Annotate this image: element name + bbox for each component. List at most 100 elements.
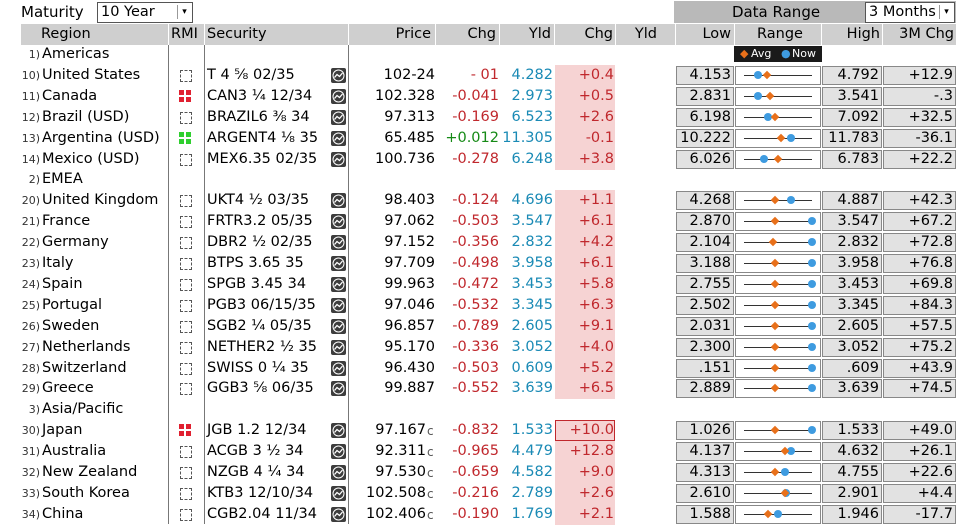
rmi-empty-icon[interactable] [180, 488, 192, 500]
chart-icon[interactable] [331, 131, 346, 146]
chart-icon[interactable] [331, 256, 346, 271]
chart-icon[interactable] [331, 423, 346, 438]
table-row[interactable]: 25) Portugal PGB3 06/15/35 97.046 -0.532 3.34… [0, 295, 973, 316]
rmi-empty-icon[interactable] [180, 70, 192, 82]
rmi-empty-icon[interactable] [180, 279, 192, 291]
table-row[interactable]: 27) Netherlands NETHER2 ½ 35 95.170 -0.336 3.… [0, 337, 973, 358]
region-name[interactable]: Greece [42, 378, 94, 399]
col-header-high[interactable]: High [822, 24, 883, 45]
region-name[interactable]: Switzerland [42, 358, 127, 379]
security-name[interactable]: SPGB 3.45 34 [207, 274, 306, 295]
security-name[interactable]: SWISS 0 ¼ 35 [207, 358, 309, 379]
region-name[interactable]: New Zealand [42, 462, 137, 483]
rmi-red-grid-icon[interactable] [179, 424, 191, 436]
region-name[interactable]: Japan [42, 420, 82, 441]
rmi-empty-icon[interactable] [180, 258, 192, 270]
rmi-empty-icon[interactable] [180, 509, 192, 521]
rmi-empty-icon[interactable] [180, 383, 192, 395]
region-name[interactable]: Sweden [42, 316, 99, 337]
rmi-empty-icon[interactable] [180, 321, 192, 333]
table-row[interactable]: 11) Canada CAN3 ¼ 12/34 102.328 -0.041 2.973 +… [0, 86, 973, 107]
region-name[interactable]: South Korea [42, 483, 130, 504]
security-name[interactable]: BTPS 3.65 35 [207, 253, 304, 274]
col-header-yld[interactable]: Yld [500, 24, 555, 45]
region-name[interactable]: Canada [42, 86, 97, 107]
maturity-dropdown[interactable]: 10 Year ▾ [97, 2, 193, 23]
region-name[interactable]: Brazil (USD) [42, 107, 129, 128]
table-row[interactable]: 23) Italy BTPS 3.65 35 97.709 -0.498 3.958 +6.… [0, 253, 973, 274]
col-header-rmi[interactable]: RMI [169, 24, 205, 45]
chart-icon[interactable] [331, 319, 346, 334]
rmi-empty-icon[interactable] [180, 300, 192, 312]
security-name[interactable]: SGB2 ¼ 05/35 [207, 316, 312, 337]
rmi-green-grid-icon[interactable] [179, 132, 191, 144]
table-row[interactable]: 28) Switzerland SWISS 0 ¼ 35 96.430 -0.503 0.… [0, 358, 973, 379]
region-name[interactable]: Argentina (USD) [42, 128, 160, 149]
region-name[interactable]: Italy [42, 253, 73, 274]
security-name[interactable]: T 4 ⅝ 02/35 [207, 65, 295, 86]
table-row[interactable]: 12) Brazil (USD) BRAZIL6 ⅜ 34 97.313 -0.169 6… [0, 107, 973, 128]
table-row[interactable]: 14) Mexico (USD) MEX6.35 02/35 100.736 -0.27… [0, 149, 973, 170]
chart-icon[interactable] [331, 298, 346, 313]
table-row[interactable]: 30) Japan JGB 1.2 12/34 97.167 c -0.832 1.533 +… [0, 420, 973, 441]
region-name[interactable]: Portugal [42, 295, 102, 316]
region-name[interactable]: Netherlands [42, 337, 130, 358]
region-name[interactable]: United States [42, 65, 140, 86]
chart-icon[interactable] [331, 152, 346, 167]
security-name[interactable]: CAN3 ¼ 12/34 [207, 86, 312, 107]
chart-icon[interactable] [331, 89, 346, 104]
security-name[interactable]: UKT4 ½ 03/35 [207, 190, 309, 211]
table-row[interactable]: 32) New Zealand NZGB 4 ¼ 34 97.530 c -0.659 4.… [0, 462, 973, 483]
security-name[interactable]: KTB3 12/10/34 [207, 483, 313, 504]
rmi-empty-icon[interactable] [180, 112, 192, 124]
col-header-yld-chg[interactable]: Chg [555, 24, 616, 45]
security-name[interactable]: ACGB 3 ½ 34 [207, 441, 304, 462]
security-name[interactable]: ARGENT4 ⅛ 35 [207, 128, 318, 149]
col-header-security[interactable]: Security [205, 24, 349, 45]
rmi-empty-icon[interactable] [180, 216, 192, 228]
table-row[interactable]: 34) China CGB2.04 11/34 102.406 c -0.190 1.769… [0, 504, 973, 525]
table-row[interactable]: 13) Argentina (USD) ARGENT4 ⅛ 35 65.485 +0.0… [0, 128, 973, 149]
chart-icon[interactable] [331, 361, 346, 376]
chart-icon[interactable] [331, 444, 346, 459]
security-name[interactable]: FRTR3.2 05/35 [207, 211, 313, 232]
region-name[interactable]: Spain [42, 274, 83, 295]
rmi-empty-icon[interactable] [180, 446, 192, 458]
rmi-empty-icon[interactable] [180, 363, 192, 375]
security-name[interactable]: PGB3 06/15/35 [207, 295, 316, 316]
col-header-range[interactable]: Range [735, 24, 822, 45]
region-name[interactable]: United Kingdom [42, 190, 158, 211]
col-header-price[interactable]: Price [349, 24, 436, 45]
region-name[interactable]: China [42, 504, 83, 525]
region-name[interactable]: Australia [42, 441, 106, 462]
chevron-down-icon[interactable]: ▾ [939, 5, 953, 19]
region-name[interactable]: France [42, 211, 90, 232]
col-header-low[interactable]: Low [676, 24, 735, 45]
chart-icon[interactable] [331, 235, 346, 250]
chart-icon[interactable] [331, 193, 346, 208]
rmi-red-grid-icon[interactable] [179, 90, 191, 102]
chart-icon[interactable] [331, 486, 346, 501]
region-name[interactable]: Germany [42, 232, 109, 253]
rmi-empty-icon[interactable] [180, 237, 192, 249]
col-header-chg[interactable]: Chg [436, 24, 500, 45]
rmi-empty-icon[interactable] [180, 342, 192, 354]
security-name[interactable]: NZGB 4 ¼ 34 [207, 462, 305, 483]
security-name[interactable]: JGB 1.2 12/34 [207, 420, 307, 441]
chevron-down-icon[interactable]: ▾ [177, 5, 191, 19]
region-name[interactable]: Mexico (USD) [42, 149, 140, 170]
security-name[interactable]: CGB2.04 11/34 [207, 504, 317, 525]
chart-icon[interactable] [331, 381, 346, 396]
table-row[interactable]: 20) United Kingdom UKT4 ½ 03/35 98.403 -0.12… [0, 190, 973, 211]
rmi-empty-icon[interactable] [180, 467, 192, 479]
table-row[interactable]: 33) South Korea KTB3 12/10/34 102.508 c -0.21… [0, 483, 973, 504]
chart-icon[interactable] [331, 277, 346, 292]
table-row[interactable]: 29) Greece GGB3 ⅝ 06/35 99.887 -0.552 3.639 +6… [0, 378, 973, 399]
col-header-3m-chg[interactable]: 3M Chg [883, 24, 957, 45]
security-name[interactable]: MEX6.35 02/35 [207, 149, 317, 170]
chart-icon[interactable] [331, 110, 346, 125]
table-row[interactable]: 21) France FRTR3.2 05/35 97.062 -0.503 3.547 +… [0, 211, 973, 232]
table-row[interactable]: 31) Australia ACGB 3 ½ 34 92.311 c -0.965 4.47… [0, 441, 973, 462]
table-row[interactable]: 24) Spain SPGB 3.45 34 99.963 -0.472 3.453 +5.… [0, 274, 973, 295]
chart-icon[interactable] [331, 507, 346, 522]
